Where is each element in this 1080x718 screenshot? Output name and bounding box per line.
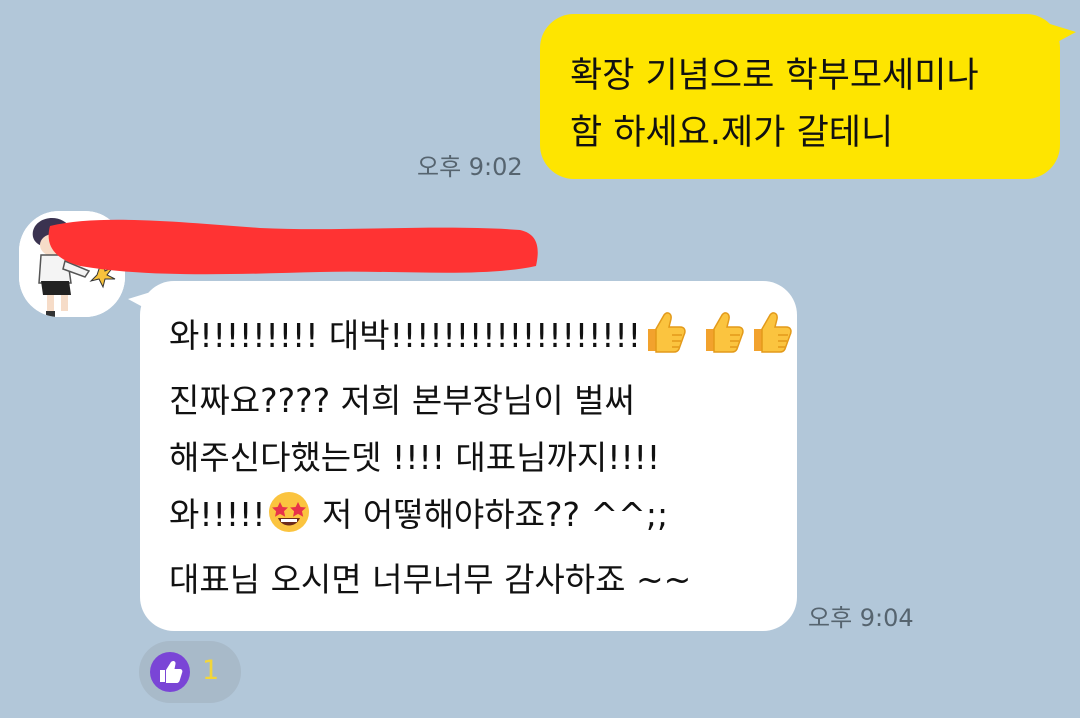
sender-name-redaction (48, 219, 538, 275)
message-text-spacer (689, 316, 700, 355)
incoming-message-time: 오후 9:04 (808, 604, 914, 632)
outgoing-message-bubble[interactable]: 확장 기념으로 학부모세미나 함 하세요.제가 갈테니 (540, 14, 1060, 179)
message-text: 저 어떻해야하죠?? ^^;; (311, 495, 669, 534)
outgoing-message-time: 오후 9:02 (417, 153, 523, 181)
reaction-count: 1 (202, 655, 220, 686)
star-struck-emoji-icon (267, 490, 311, 551)
incoming-message-line: 해주신다했는뎃 !!!! 대표님까지!!!! (169, 438, 661, 477)
outgoing-bubble-tail (1050, 24, 1076, 46)
message-text: 와!!!!!!!!! 대박!!!!!!!!!!!!!!!!!!! (169, 316, 641, 355)
reaction-like-button[interactable]: 1 (139, 641, 241, 703)
incoming-message-line: 대표님 오시면 너무너무 감사하죠 ~~ (169, 560, 692, 599)
message-text: 와!!!!! (169, 495, 266, 534)
outgoing-message: 확장 기념으로 학부모세미나 함 하세요.제가 갈테니 (540, 14, 1076, 179)
incoming-message-line: 와!!!!! 저 어떻해야하죠?? ^^;; (169, 486, 787, 551)
thumbs-up-icon (150, 652, 190, 692)
incoming-message-bubble[interactable]: 와!!!!!!!!! 대박!!!!!!!!!!!!!!!!!!! 진짜요????… (140, 281, 797, 631)
incoming-message-line: 진짜요???? 저희 본부장님이 벌써 (169, 381, 635, 420)
incoming-message-line: 와!!!!!!!!! 대박!!!!!!!!!!!!!!!!!!! (169, 307, 793, 372)
thumbs-up-emoji-icon (642, 309, 688, 372)
chat-area: 확장 기념으로 학부모세미나 함 하세요.제가 갈테니 오후 9:02 와!!!… (0, 0, 1080, 718)
thumbs-up-emoji-icon (700, 309, 746, 372)
thumbs-up-emoji-icon (748, 309, 794, 372)
